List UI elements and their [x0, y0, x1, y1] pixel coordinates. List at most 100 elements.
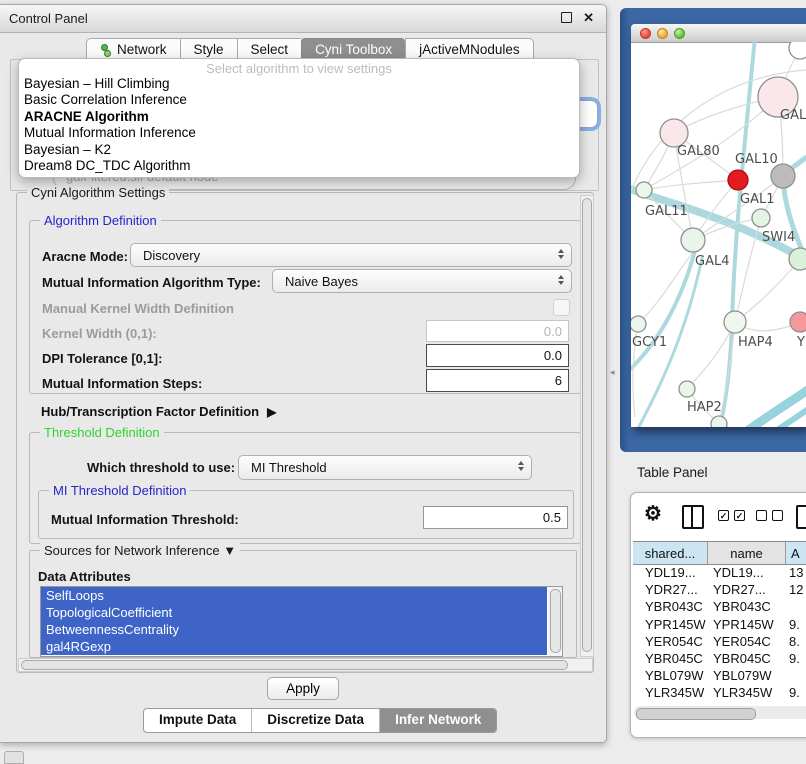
table-cell: 13 — [786, 565, 806, 580]
table-row[interactable]: YLR345WYLR345W9. — [633, 684, 806, 701]
network-node-gal4[interactable] — [681, 228, 705, 252]
mi-steps-label: Mutual Information Steps: — [42, 376, 202, 391]
network-node-gal11[interactable] — [636, 182, 652, 198]
attribute-item[interactable]: SelfLoops — [41, 587, 547, 604]
network-node-gal1[interactable] — [752, 209, 770, 227]
algorithm-dropdown-prompt: Select algorithm to view settings — [19, 61, 579, 76]
hub-definition-toggle[interactable]: Hub/Transcription Factor Definition ▶ — [41, 404, 276, 419]
dpi-tolerance-label: DPI Tolerance [0,1]: — [42, 351, 162, 366]
node-label: GAL11 — [645, 204, 688, 219]
which-threshold-value: MI Threshold — [251, 460, 327, 475]
data-attributes-list: SelfLoopsTopologicalCoefficientBetweenne… — [40, 586, 563, 657]
mi-threshold-field[interactable]: 0.5 — [423, 506, 568, 529]
algorithm-option[interactable]: Mutual Information Inference — [19, 125, 579, 141]
column-header-3[interactable]: A — [786, 542, 806, 564]
network-node[interactable] — [789, 42, 806, 59]
table-horizontal-scrollbar[interactable] — [634, 706, 806, 719]
settings-vertical-scrollbar[interactable] — [580, 195, 594, 657]
gear-icon[interactable]: ⚙ — [644, 501, 662, 526]
splitter-handle[interactable]: ◂ — [610, 367, 615, 378]
sources-title: Sources for Network Inference — [44, 543, 220, 558]
close-window-icon[interactable]: ✕ — [583, 11, 594, 24]
network-canvas[interactable]: GALGAL80GAL10GAL11GAL1GAL4SWI4GCY1HAP4YH… — [631, 42, 806, 427]
tab-label: Select — [251, 39, 289, 60]
attribute-item[interactable]: BetweennessCentrality — [41, 621, 547, 638]
bottom-tab-impute-data[interactable]: Impute Data — [144, 709, 252, 732]
export-table-icon[interactable] — [796, 505, 806, 529]
group-title: MI Threshold Definition — [49, 483, 190, 498]
control-panel-title: Control Panel — [9, 11, 88, 26]
algorithm-option[interactable]: Bayesian – Hill Climbing — [19, 76, 579, 92]
algorithm-option[interactable]: ARACNE Algorithm — [19, 109, 579, 125]
mi-steps-field[interactable]: 6 — [426, 369, 569, 392]
bottom-tab-infer-network[interactable]: Infer Network — [380, 709, 496, 732]
network-node-y[interactable] — [790, 312, 806, 332]
attributes-scrollbar[interactable] — [548, 587, 562, 656]
combobox-stepper-icon — [558, 275, 564, 285]
aracne-mode-combobox[interactable]: Discovery — [130, 243, 572, 267]
table-row[interactable]: YBR043CYBR043C — [633, 598, 806, 615]
network-node-swi4[interactable] — [789, 248, 806, 270]
table-cell: YDR27... — [633, 582, 708, 597]
network-window-titlebar[interactable] — [631, 24, 806, 43]
column-header-1[interactable]: shared... — [633, 542, 708, 564]
collapse-arrow-icon: ▼ — [223, 543, 236, 558]
manual-kernel-width-checkbox[interactable] — [553, 299, 570, 316]
attribute-item[interactable]: TopologicalCoefficient — [41, 604, 547, 621]
sources-toggle[interactable]: Sources for Network Inference ▼ — [40, 543, 240, 558]
node-label: HAP2 — [687, 400, 722, 415]
table-row[interactable]: YDL19...YDL19...13 — [633, 564, 806, 581]
node-label: GAL — [780, 108, 806, 123]
mi-algorithm-type-value: Naive Bayes — [285, 274, 358, 289]
network-node-gal10[interactable] — [728, 170, 748, 190]
network-icon — [100, 44, 112, 56]
node-label: HAP4 — [738, 335, 773, 350]
table-row[interactable]: YPR145WYPR145W9. — [633, 616, 806, 633]
group-title: Threshold Definition — [40, 425, 164, 440]
mi-algorithm-type-combobox[interactable]: Naive Bayes — [272, 269, 572, 293]
node-label: SWI4 — [762, 230, 795, 245]
algorithm-dropdown-list: Bayesian – Hill ClimbingBasic Correlatio… — [19, 76, 579, 174]
column-layout-icon[interactable] — [682, 505, 704, 529]
network-node-gcy1[interactable] — [631, 316, 646, 332]
close-traffic-light-icon[interactable] — [640, 28, 651, 39]
network-node-hap2[interactable] — [679, 381, 695, 397]
algorithm-option[interactable]: Dream8 DC_TDC Algorithm — [19, 158, 579, 174]
minimize-traffic-light-icon[interactable] — [657, 28, 668, 39]
table-cell: 9. — [786, 685, 806, 700]
table-cell: YLR345W — [633, 685, 708, 700]
network-node[interactable] — [771, 164, 795, 188]
table-row[interactable]: YER054CYER054C8. — [633, 633, 806, 650]
node-label: Y — [796, 335, 805, 350]
dpi-tolerance-field[interactable]: 0.0 — [426, 344, 569, 367]
table-row[interactable]: YBL079WYBL079W — [633, 667, 806, 684]
network-node-gal80[interactable] — [660, 119, 688, 147]
zoom-traffic-light-icon[interactable] — [674, 28, 685, 39]
table-row[interactable]: YBR045CYBR045C9. — [633, 650, 806, 667]
which-threshold-combobox[interactable]: MI Threshold — [238, 455, 532, 480]
kernel-width-field[interactable]: 0.0 — [426, 320, 569, 342]
settings-horizontal-scrollbar[interactable] — [18, 658, 593, 672]
attribute-item[interactable]: gal4RGexp — [41, 638, 547, 655]
apply-button[interactable]: Apply — [267, 677, 339, 700]
sources-group: Sources for Network Inference ▼ Data Att… — [29, 550, 577, 658]
algorithm-dropdown: Select algorithm to view settings Bayesi… — [18, 58, 580, 178]
bottom-tab-discretize-data[interactable]: Discretize Data — [252, 709, 380, 732]
node-label: GAL10 — [735, 152, 778, 167]
cyni-algorithm-settings-group: Cyni Algorithm Settings Algorithm Defini… — [16, 192, 594, 673]
combobox-stepper-icon — [518, 461, 524, 471]
algorithm-option[interactable]: Bayesian – K2 — [19, 142, 579, 158]
table-row[interactable]: YDR27...YDR27...12 — [633, 581, 806, 598]
algorithm-option[interactable]: Basic Correlation Inference — [19, 92, 579, 108]
network-node[interactable] — [711, 416, 727, 427]
column-header-2[interactable]: name — [708, 542, 786, 564]
network-node-hap4[interactable] — [724, 311, 746, 333]
control-panel-titlebar[interactable]: Control Panel ✕ — [0, 5, 606, 33]
network-nodes: GALGAL80GAL10GAL11GAL1GAL4SWI4GCY1HAP4YH… — [631, 42, 806, 427]
select-all-columns-icon[interactable]: ✓✓ — [718, 510, 745, 521]
bottom-left-mini-button[interactable] — [4, 751, 24, 764]
float-window-icon[interactable] — [561, 12, 572, 23]
table-header: shared...nameA — [633, 541, 806, 565]
table-cell: YBR043C — [708, 599, 786, 614]
deselect-all-columns-icon[interactable] — [756, 510, 783, 521]
